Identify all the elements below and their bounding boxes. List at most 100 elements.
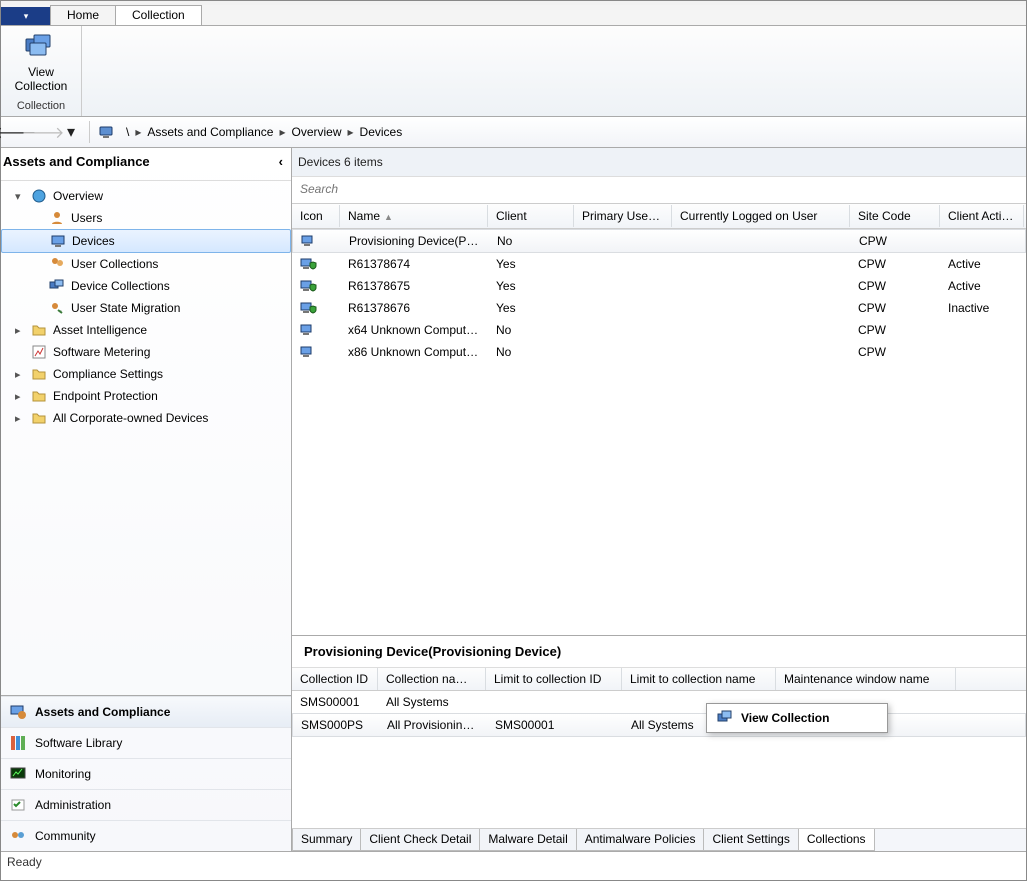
column-header[interactable]: Icon: [292, 205, 340, 227]
workspace-monitoring[interactable]: Monitoring: [1, 758, 291, 789]
workspace-software-library[interactable]: Software Library: [1, 727, 291, 758]
column-header[interactable]: Primary User(s): [574, 205, 672, 227]
context-view-collection[interactable]: View Collection: [707, 704, 887, 732]
cell: [673, 237, 851, 245]
tree-item-overview[interactable]: ▾ Overview: [1, 185, 291, 207]
table-row[interactable]: R61378675YesCPWActive: [292, 275, 1026, 297]
workspace-community[interactable]: Community: [1, 820, 291, 851]
column-header[interactable]: Limit to collection name: [622, 668, 776, 690]
tree-item-devices[interactable]: Devices: [1, 229, 291, 253]
table-row[interactable]: SMS00001All Systems: [292, 691, 1026, 713]
column-header[interactable]: Client: [488, 205, 574, 227]
detail-tab-summary[interactable]: Summary: [292, 829, 361, 851]
tree-item-label: Asset Intelligence: [53, 323, 147, 337]
expander-icon[interactable]: ▸: [15, 412, 25, 425]
community-icon: [9, 827, 27, 845]
detail-tab-collections[interactable]: Collections: [798, 829, 875, 851]
status-bar: Ready: [1, 851, 1026, 880]
cell: Inactive: [940, 297, 1024, 319]
cell: R61378674: [340, 253, 488, 275]
column-header[interactable]: Maintenance window name: [776, 668, 956, 690]
device-icon: [292, 274, 340, 298]
ribbon-tabs: ▾ Home Collection: [1, 5, 1026, 26]
device-icon: [292, 296, 340, 320]
collection-icon: [717, 710, 733, 726]
workspace-administration[interactable]: Administration: [1, 789, 291, 820]
crumb-overview[interactable]: Overview: [291, 125, 341, 139]
tree-item-all-corporate-owned-devices[interactable]: ▸All Corporate-owned Devices: [1, 407, 291, 429]
detail-tab-client-check-detail[interactable]: Client Check Detail: [360, 829, 480, 851]
computer-icon: [98, 124, 114, 140]
expander-icon[interactable]: ▸: [15, 390, 25, 403]
column-header[interactable]: Collection ID: [292, 668, 378, 690]
cell: CPW: [850, 319, 940, 341]
cell: SMS00001: [487, 714, 623, 736]
search-input[interactable]: [292, 177, 1026, 201]
cell: No: [488, 341, 574, 363]
crumb-assets[interactable]: Assets and Compliance: [147, 125, 273, 139]
table-row[interactable]: R61378676YesCPWInactive: [292, 297, 1026, 319]
tree-item-user-state-migration[interactable]: User State Migration: [1, 297, 291, 319]
column-header[interactable]: Name▲: [340, 205, 488, 227]
workspace-label: Software Library: [35, 736, 122, 750]
column-header[interactable]: Limit to collection ID: [486, 668, 622, 690]
cell: [940, 326, 1024, 334]
history-dropdown[interactable]: ▾: [57, 118, 85, 146]
view-collection-button[interactable]: View Collection: [11, 30, 72, 96]
tree-item-label: Endpoint Protection: [53, 389, 158, 403]
expander-icon[interactable]: ▸: [15, 324, 25, 337]
collapse-panel-icon[interactable]: ‹: [279, 154, 283, 176]
tree-item-asset-intelligence[interactable]: ▸ Asset Intelligence: [1, 319, 291, 341]
user-icon: [49, 210, 65, 226]
tree-item-label: User State Migration: [71, 301, 180, 315]
expander-icon[interactable]: ▸: [15, 368, 25, 381]
cell: All Systems: [378, 691, 486, 713]
tab-home[interactable]: Home: [50, 5, 116, 25]
crumb-root[interactable]: \: [126, 125, 129, 139]
admin-icon: [9, 796, 27, 814]
crumb-devices[interactable]: Devices: [360, 125, 403, 139]
table-row[interactable]: R61378674YesCPWActive: [292, 253, 1026, 275]
column-header[interactable]: Currently Logged on User: [672, 205, 850, 227]
tree-item-endpoint-protection[interactable]: ▸ Endpoint Protection: [1, 385, 291, 407]
table-row[interactable]: Provisioning Device(Pro...NoCPW: [292, 229, 1026, 253]
cell: [574, 260, 672, 268]
tree-item-label: Devices: [72, 234, 115, 248]
workspace-assets-and-compliance[interactable]: Assets and Compliance: [1, 696, 291, 727]
overview-icon: [31, 188, 47, 204]
nav-tree: ▾ Overview Users Devices User CollectionsDev…: [1, 181, 291, 695]
expander-icon[interactable]: ▾: [15, 190, 25, 203]
cell: R61378676: [340, 297, 488, 319]
left-panel-title: Assets and Compliance: [3, 154, 150, 176]
column-header[interactable]: Client Activity: [940, 205, 1024, 227]
tree-item-software-metering[interactable]: Software Metering: [1, 341, 291, 363]
forward-button[interactable]: 🡒: [29, 118, 57, 146]
cell: [672, 282, 850, 290]
breadcrumb: \ ▸ Assets and Compliance ▸ Overview ▸ D…: [126, 125, 402, 139]
assets-icon: [9, 703, 27, 721]
tree-item-compliance-settings[interactable]: ▸Compliance Settings: [1, 363, 291, 385]
cell: [575, 237, 673, 245]
tree-item-users[interactable]: Users: [1, 207, 291, 229]
detail-tab-antimalware-policies[interactable]: Antimalware Policies: [576, 829, 705, 851]
column-header[interactable]: Site Code: [850, 205, 940, 227]
cell: CPW: [851, 230, 941, 252]
folder-icon: [31, 322, 47, 338]
tree-item-user-collections[interactable]: User Collections: [1, 253, 291, 275]
workspace-nav: Assets and Compliance Software Library Mon…: [1, 695, 291, 851]
tree-item-label: Overview: [53, 189, 103, 203]
table-row[interactable]: x64 Unknown Computer...NoCPW: [292, 319, 1026, 341]
device-icon: [292, 340, 340, 364]
sort-asc-icon: ▲: [476, 675, 485, 685]
cell: Yes: [488, 253, 574, 275]
cell: [941, 237, 1025, 245]
detail-tab-client-settings[interactable]: Client Settings: [703, 829, 798, 851]
table-row[interactable]: SMS000PSAll Provisioning...SMS00001All S…: [292, 713, 1026, 737]
tab-collection[interactable]: Collection: [115, 5, 202, 25]
detail-tab-malware-detail[interactable]: Malware Detail: [479, 829, 576, 851]
left-panel: Assets and Compliance ‹ ▾ Overview Users De…: [1, 148, 292, 851]
column-header[interactable]: Collection name▲: [378, 668, 486, 690]
tree-item-device-collections[interactable]: Device Collections: [1, 275, 291, 297]
table-row[interactable]: x86 Unknown Computer...NoCPW: [292, 341, 1026, 363]
system-tab[interactable]: ▾: [1, 7, 51, 25]
